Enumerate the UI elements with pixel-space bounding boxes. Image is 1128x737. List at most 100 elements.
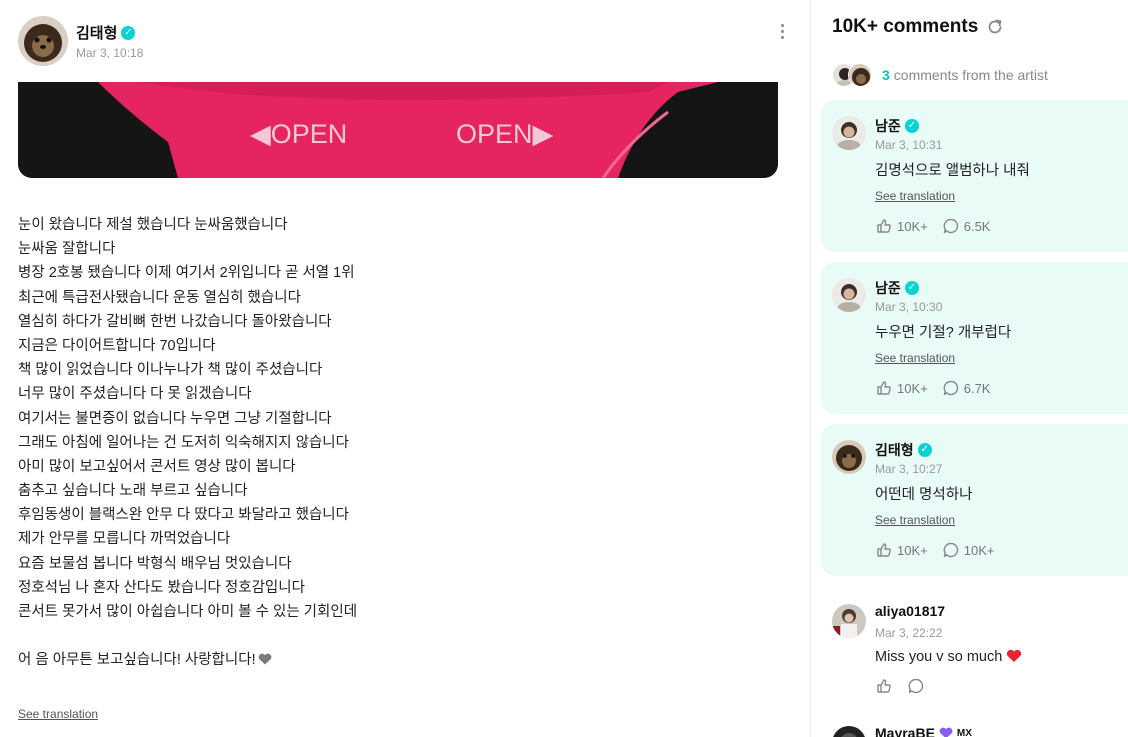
artist-comment-count: 3 (882, 67, 890, 83)
gray-heart-icon (258, 653, 271, 665)
image-open-right: OPEN▶ (456, 119, 554, 149)
post-body: 눈이 왔습니다 제설 했습니다 눈싸움했습니다 눈싸움 잘합니다 병장 2호봉 … (18, 213, 778, 672)
commenter-name[interactable]: aliya01817 (875, 603, 945, 619)
commenter-name[interactable]: 남준 ✓ (875, 116, 919, 136)
post-timestamp: Mar 3, 10:18 (76, 46, 144, 60)
commenter-avatar[interactable] (832, 604, 866, 638)
commenter-name-text: MayraBE (875, 725, 935, 737)
post-image[interactable]: ◀OPEN OPEN▶ (18, 82, 778, 178)
like-count: 10K+ (897, 218, 928, 234)
verified-badge-icon: ✓ (917, 443, 932, 457)
comment-see-translation-link[interactable]: See translation (875, 351, 955, 365)
post-line: 열심히 하다가 갈비뼈 한번 나갔습니다 돌아왔습니다 (18, 313, 332, 330)
artist-comments-text: comments from the artist (893, 67, 1048, 83)
artist-avatar-taehyung-mini (848, 63, 872, 87)
verified-badge-icon: ✓ (904, 281, 919, 295)
comments-header: 10K+ comments (832, 16, 1004, 38)
like-hand-icon (877, 679, 891, 693)
post-panel: 김태형 ✓ Mar 3, 10:18 ◀OPEN OPEN▶ 눈이 왔습니다 제… (0, 0, 810, 737)
post-header: 김태형 ✓ Mar 3, 10:18 (18, 16, 788, 68)
post-line: 지금은 다이어트합니다 70입니다 (18, 337, 216, 354)
post-see-translation-link[interactable]: See translation (18, 707, 98, 721)
comment-stats: 10K+ 6.7K (875, 379, 1004, 397)
fan-comment: aliya01817 Mar 3, 22:22 Miss you v so mu… (821, 600, 1128, 710)
comment-text: Miss you v so much (875, 649, 1022, 665)
post-line: 책 많이 읽었습니다 이나누나가 책 많이 주셨습니다 (18, 362, 323, 379)
comment-timestamp: Mar 3, 10:30 (875, 300, 943, 314)
comment-text: 어떤데 명석하나 (875, 487, 973, 503)
reply-count: 6.5K (963, 218, 991, 234)
like-button[interactable]: 10K+ (875, 217, 928, 235)
refresh-icon[interactable] (986, 18, 1004, 36)
verified-badge-icon: ✓ (904, 119, 919, 133)
comment-see-translation-link[interactable]: See translation (875, 513, 955, 527)
commenter-avatar[interactable] (832, 440, 866, 474)
flag-badge: MX (956, 727, 972, 737)
artist-comment-card: 남준 ✓ Mar 3, 10:31 김명석으로 앨범하나 내줘 See tran… (821, 100, 1128, 252)
like-count: 10K+ (897, 380, 928, 396)
closing-text: 어 음 아무튼 보고싶습니다! 사랑합니다! (18, 652, 256, 669)
fan-comment: MayraBE MX (821, 722, 1128, 737)
commenter-avatar[interactable] (832, 116, 866, 150)
comment-text: 누우면 기절? 개부럽다 (875, 325, 1012, 341)
like-button[interactable]: 10K+ (875, 541, 928, 559)
post-line: 너무 많이 주셨습니다 다 못 읽겠습니다 (18, 386, 252, 403)
post-line: 콘서트 못가서 많이 아쉽습니다 아미 볼 수 있는 기회인데 (18, 604, 358, 620)
post-line: 춤추고 싶습니다 노래 부르고 싶습니다 (18, 483, 248, 500)
commenter-avatar[interactable] (832, 726, 866, 737)
post-line: 그래도 아침에 일어나는 건 도저히 익숙해지지 않습니다 (18, 434, 349, 451)
commenter-name-text: 김태형 (875, 442, 914, 458)
purple-heart-icon (939, 727, 953, 737)
post-line: 눈이 왔습니다 제설 했습니다 눈싸움했습니다 (18, 217, 288, 233)
commenter-name-text: aliya01817 (875, 603, 946, 619)
commenter-avatar[interactable] (832, 278, 866, 312)
post-line: 여기서는 불면증이 없습니다 누우면 그냥 기절합니다 (18, 410, 332, 427)
like-button[interactable] (875, 677, 893, 695)
comment-stats (875, 677, 939, 695)
artist-comment-card: 김태형 ✓ Mar 3, 10:27 어떤데 명석하나 See translat… (821, 424, 1128, 576)
comment-stats: 10K+ 10K+ (875, 541, 1008, 559)
reply-button[interactable]: 10K+ (942, 541, 995, 559)
artist-comments-filter[interactable]: 3 comments from the artist (832, 63, 1048, 87)
commenter-name[interactable]: 김태형 ✓ (875, 440, 932, 460)
comment-stats: 10K+ 6.5K (875, 217, 1004, 235)
like-count: 10K+ (897, 542, 928, 558)
post-line: 제가 안무를 모릅니다 까먹었습니다 (18, 531, 231, 548)
commenter-name[interactable]: 남준 ✓ (875, 278, 919, 298)
reply-count: 6.7K (963, 380, 991, 396)
like-button[interactable]: 10K+ (875, 379, 928, 397)
post-line: 아미 많이 보고싶어서 콘서트 영상 많이 봅니다 (18, 458, 296, 475)
reply-button[interactable]: 6.5K (942, 217, 991, 235)
comment-timestamp: Mar 3, 10:31 (875, 138, 943, 152)
comments-title: 10K+ comments (832, 16, 979, 37)
reply-button[interactable]: 6.7K (942, 379, 991, 397)
commenter-name-text: 남준 (875, 118, 901, 134)
author-avatar[interactable] (18, 16, 68, 66)
comment-bubble-icon (943, 380, 958, 396)
post-closing-line: 어 음 아무튼 보고싶습니다! 사랑합니다! (18, 648, 778, 672)
comment-bubble-icon (908, 678, 924, 694)
more-vertical-icon[interactable] (774, 20, 790, 42)
artist-avatars (832, 63, 876, 87)
like-hand-icon (877, 219, 891, 233)
post-line: 병장 2호봉 됐습니다 이제 여기서 2위입니다 곧 서열 1위 (18, 265, 355, 282)
post-line: 요즘 보물섬 봅니다 박형식 배우님 멋있습니다 (18, 555, 292, 572)
reply-count: 10K+ (963, 542, 995, 558)
comment-text-content: Miss you v so much (875, 649, 1003, 665)
image-open-left: ◀OPEN (250, 119, 347, 149)
verified-badge-icon: ✓ (121, 25, 136, 40)
post-line: 후임동생이 블랙스완 안무 다 땄다고 봐달라고 했습니다 (18, 507, 349, 524)
comment-see-translation-link[interactable]: See translation (875, 189, 955, 203)
artist-comment-card: 남준 ✓ Mar 3, 10:30 누우면 기절? 개부럽다 See trans… (821, 262, 1128, 414)
commenter-name[interactable]: MayraBE MX (875, 725, 972, 737)
like-hand-icon (877, 543, 891, 557)
comment-timestamp: Mar 3, 10:27 (875, 462, 943, 476)
comment-bubble-icon (943, 542, 958, 558)
reply-button[interactable] (907, 677, 925, 695)
comment-bubble-icon (943, 218, 958, 234)
red-heart-icon (1007, 649, 1022, 662)
post-line: 최근에 특급전사됐습니다 운동 열심히 했습니다 (18, 289, 301, 306)
commenter-name-text: 남준 (875, 280, 901, 296)
post-author[interactable]: 김태형 ✓ (76, 22, 136, 43)
post-line: 정호석님 나 혼자 산다도 봤습니다 정호감입니다 (18, 579, 305, 596)
